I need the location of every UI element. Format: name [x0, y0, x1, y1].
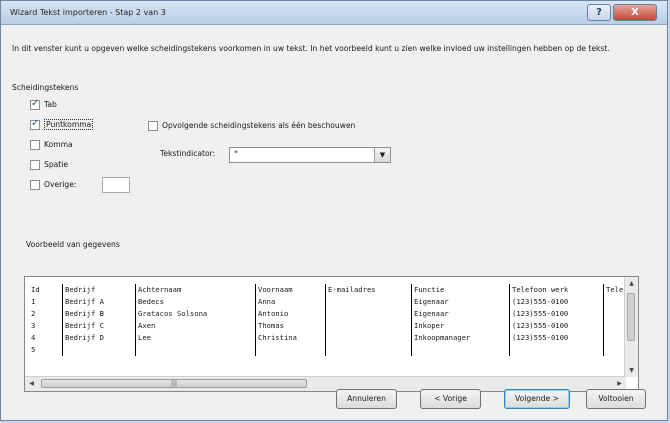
- comma-label: Komma: [44, 140, 73, 149]
- preview-cell: Id: [31, 285, 40, 294]
- other-label: Overige:: [44, 180, 77, 189]
- import-wizard-dialog: Wizard Tekst importeren - Stap 2 van 3 ?…: [0, 0, 668, 421]
- vertical-scroll-thumb[interactable]: [627, 293, 635, 341]
- delimiters-group-label: Scheidingstekens: [12, 83, 79, 92]
- arrow-down-icon[interactable]: ▼: [625, 364, 638, 377]
- preview-column[interactable]: Tele: [604, 284, 626, 356]
- close-button[interactable]: X: [613, 4, 657, 21]
- preview-cell: 2: [31, 309, 36, 318]
- data-preview-label: Voorbeeld van gegevens: [26, 240, 120, 249]
- preview-cell: 3: [31, 321, 36, 330]
- delimiter-space-option[interactable]: Spatie: [30, 158, 68, 171]
- preview-cell: 5: [31, 345, 36, 354]
- delimiter-comma-option[interactable]: Komma: [30, 138, 73, 151]
- preview-cell: [604, 320, 626, 332]
- preview-column[interactable]: Functie Eigenaar Eigenaar Inkoper Inkoop…: [412, 284, 510, 356]
- preview-cell: Voornaam: [258, 285, 293, 294]
- semicolon-checkbox[interactable]: [30, 118, 40, 130]
- preview-cell: Christina: [258, 333, 297, 342]
- preview-cell: E-mailadres: [328, 285, 376, 294]
- preview-cell: [326, 344, 411, 356]
- preview-cell: [604, 296, 626, 308]
- delimiter-semicolon-option[interactable]: Puntkomma: [30, 118, 94, 131]
- text-qualifier-label: Tekstindicator:: [160, 149, 216, 158]
- preview-cell: Eigenaar: [414, 297, 449, 306]
- help-button[interactable]: ?: [587, 4, 611, 21]
- preview-cell: Tele: [606, 285, 624, 294]
- dialog-body: In dit venster kunt u opgeven welke sche…: [2, 25, 666, 419]
- preview-vertical-scrollbar[interactable]: ▲ ▼: [624, 277, 638, 377]
- preview-cell: 1: [31, 297, 36, 306]
- preview-column[interactable]: Id 1 2 3 4 5: [29, 284, 63, 356]
- preview-cell: Bedecs: [138, 297, 164, 306]
- chevron-down-icon[interactable]: ▼: [374, 148, 390, 162]
- consecutive-checkbox[interactable]: [148, 120, 158, 131]
- preview-cell: Axen: [138, 321, 156, 330]
- preview-cell: Bedrijf B: [65, 309, 104, 318]
- preview-cell: [136, 344, 255, 356]
- preview-cell: (123)555-0100: [512, 321, 569, 330]
- other-checkbox[interactable]: [30, 179, 40, 190]
- instructions-text: In dit venster kunt u opgeven welke sche…: [12, 44, 610, 53]
- arrow-left-icon[interactable]: ◀: [25, 377, 38, 391]
- finish-button[interactable]: Voltooien: [586, 389, 646, 409]
- window-title: Wizard Tekst importeren - Stap 2 van 3: [10, 8, 166, 17]
- arrow-up-icon[interactable]: ▲: [625, 277, 638, 290]
- title-bar: Wizard Tekst importeren - Stap 2 van 3 ?…: [1, 1, 667, 25]
- delimiter-tab-option[interactable]: Tab: [30, 98, 57, 111]
- preview-cell: (123)555-0100: [512, 297, 569, 306]
- preview-cell: [256, 344, 325, 356]
- preview-cell: Lee: [138, 333, 151, 342]
- preview-cell: Bedrijf C: [65, 321, 104, 330]
- space-label: Spatie: [44, 160, 69, 169]
- preview-cell: Telefoon werk: [512, 285, 569, 294]
- preview-cell: Antonio: [258, 309, 289, 318]
- preview-cell: Inkoper: [414, 321, 445, 330]
- other-delimiter-input[interactable]: [102, 177, 130, 193]
- preview-cell: (123)555-0100: [512, 309, 569, 318]
- text-qualifier-select[interactable]: " ▼: [229, 147, 391, 163]
- preview-cell: Anna: [258, 297, 276, 306]
- preview-cell: Gratacos Solsona: [138, 309, 208, 318]
- preview-cell: (123)555-0100: [512, 333, 569, 342]
- preview-cell: [63, 344, 135, 356]
- preview-cell: Bedrijf A: [65, 297, 104, 306]
- tab-label: Tab: [44, 100, 57, 109]
- preview-cell: Inkoopmanager: [414, 333, 471, 342]
- preview-cell: [326, 320, 411, 332]
- space-checkbox[interactable]: [30, 159, 40, 170]
- preview-cell: Achternaam: [138, 285, 182, 294]
- preview-cell: Bedrijf: [65, 285, 96, 294]
- preview-cell: [326, 332, 411, 344]
- preview-cell: [604, 332, 626, 344]
- preview-cell: Bedrijf D: [65, 333, 104, 342]
- data-preview-pane[interactable]: Id 1 2 3 4 5 Bedrijf Bedrijf A Bedrijf B…: [24, 276, 639, 392]
- preview-column[interactable]: Bedrijf Bedrijf A Bedrijf B Bedrijf C Be…: [63, 284, 136, 356]
- preview-cell: Thomas: [258, 321, 284, 330]
- preview-column[interactable]: Telefoon werk (123)555-0100 (123)555-010…: [510, 284, 604, 356]
- preview-cell: [326, 296, 411, 308]
- preview-cell: [326, 308, 411, 320]
- comma-checkbox[interactable]: [30, 139, 40, 150]
- preview-column[interactable]: Achternaam Bedecs Gratacos Solsona Axen …: [136, 284, 256, 356]
- semicolon-label: Puntkomma: [44, 119, 94, 130]
- preview-cell: [604, 344, 626, 356]
- consecutive-delimiters-option[interactable]: Opvolgende scheidingstekens als één besc…: [148, 119, 355, 132]
- preview-cell: Eigenaar: [414, 309, 449, 318]
- preview-cell: Functie: [414, 285, 445, 294]
- horizontal-scroll-thumb[interactable]: |||: [41, 379, 307, 388]
- preview-cell: [510, 344, 603, 356]
- preview-cell: [604, 308, 626, 320]
- consecutive-label: Opvolgende scheidingstekens als één besc…: [162, 121, 356, 130]
- preview-column[interactable]: Voornaam Anna Antonio Thomas Christina: [256, 284, 326, 356]
- text-qualifier-value: ": [234, 150, 239, 160]
- next-button[interactable]: Volgende >: [504, 389, 570, 409]
- cancel-button[interactable]: Annuleren: [336, 389, 397, 409]
- tab-checkbox[interactable]: [30, 98, 40, 110]
- delimiter-other-option[interactable]: Overige:: [30, 178, 76, 191]
- preview-cell: 4: [31, 333, 36, 342]
- back-button[interactable]: < Vorige: [420, 389, 481, 409]
- preview-column[interactable]: E-mailadres: [326, 284, 412, 356]
- preview-cell: [412, 344, 509, 356]
